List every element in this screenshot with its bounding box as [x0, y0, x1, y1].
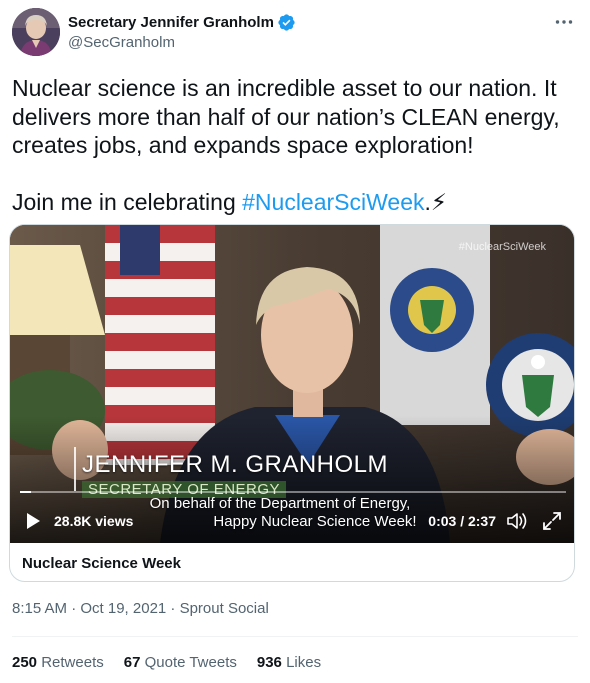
progress-fill: [20, 491, 31, 493]
view-count: 28.8K views: [54, 513, 134, 529]
quotes-label: Quote Tweets: [144, 654, 237, 671]
verified-badge-icon: [278, 13, 295, 31]
video-controls: 28.8K views 0:03 / 2:37: [10, 505, 574, 537]
retweets-label: Retweets: [41, 654, 104, 671]
lower-third-bar: [74, 447, 76, 491]
divider: [12, 636, 578, 637]
likes-stat[interactable]: 936 Likes: [257, 654, 321, 671]
card-title[interactable]: Nuclear Science Week: [22, 555, 181, 572]
handle[interactable]: @SecGranholm: [68, 34, 296, 51]
quotes-count: 67: [123, 654, 141, 671]
volume-icon[interactable]: [506, 511, 528, 531]
more-horizontal-icon[interactable]: [552, 10, 576, 34]
video-card[interactable]: #NuclearSciWeek JENNIFER M. GRANHOLM SEC…: [9, 224, 575, 582]
display-name[interactable]: Secretary Jennifer Granholm: [68, 14, 274, 31]
retweets-count: 250: [12, 654, 38, 671]
tweet-paragraph-2: Join me in celebrating #NuclearSciWeek.⚡: [12, 188, 572, 217]
lower-third-name: JENNIFER M. GRANHOLM: [82, 451, 389, 478]
likes-count: 936: [256, 654, 282, 671]
tweet-header: Secretary Jennifer Granholm @SecGranholm: [12, 8, 578, 60]
hashtag-link[interactable]: #NuclearSciWeek: [242, 189, 424, 215]
tweet-paragraph-1: Nuclear science is an incredible asset t…: [12, 75, 560, 158]
quote-tweets-stat[interactable]: 67 Quote Tweets: [124, 654, 237, 671]
engagement-stats: 250 Retweets 67 Quote Tweets 936 Likes: [12, 654, 321, 671]
progress-bar[interactable]: [20, 491, 566, 493]
avatar[interactable]: [12, 8, 60, 56]
video-player[interactable]: #NuclearSciWeek JENNIFER M. GRANHOLM SEC…: [10, 225, 574, 543]
avatar-photo: [12, 8, 60, 56]
fullscreen-icon[interactable]: [542, 511, 562, 531]
tweet-timestamp[interactable]: 8:15 AM · Oct 19, 2021 · Sprout Social: [12, 600, 269, 617]
tweet-text: Nuclear science is an incredible asset t…: [12, 74, 572, 216]
timecode: 0:03 / 2:37: [428, 513, 496, 529]
retweets-stat[interactable]: 250 Retweets: [12, 654, 104, 671]
join-suffix: .⚡: [424, 188, 448, 215]
likes-label: Likes: [286, 654, 322, 671]
video-watermark: #NuclearSciWeek: [458, 241, 546, 253]
play-icon[interactable]: [24, 512, 42, 530]
join-prefix: Join me in celebrating: [12, 188, 243, 215]
